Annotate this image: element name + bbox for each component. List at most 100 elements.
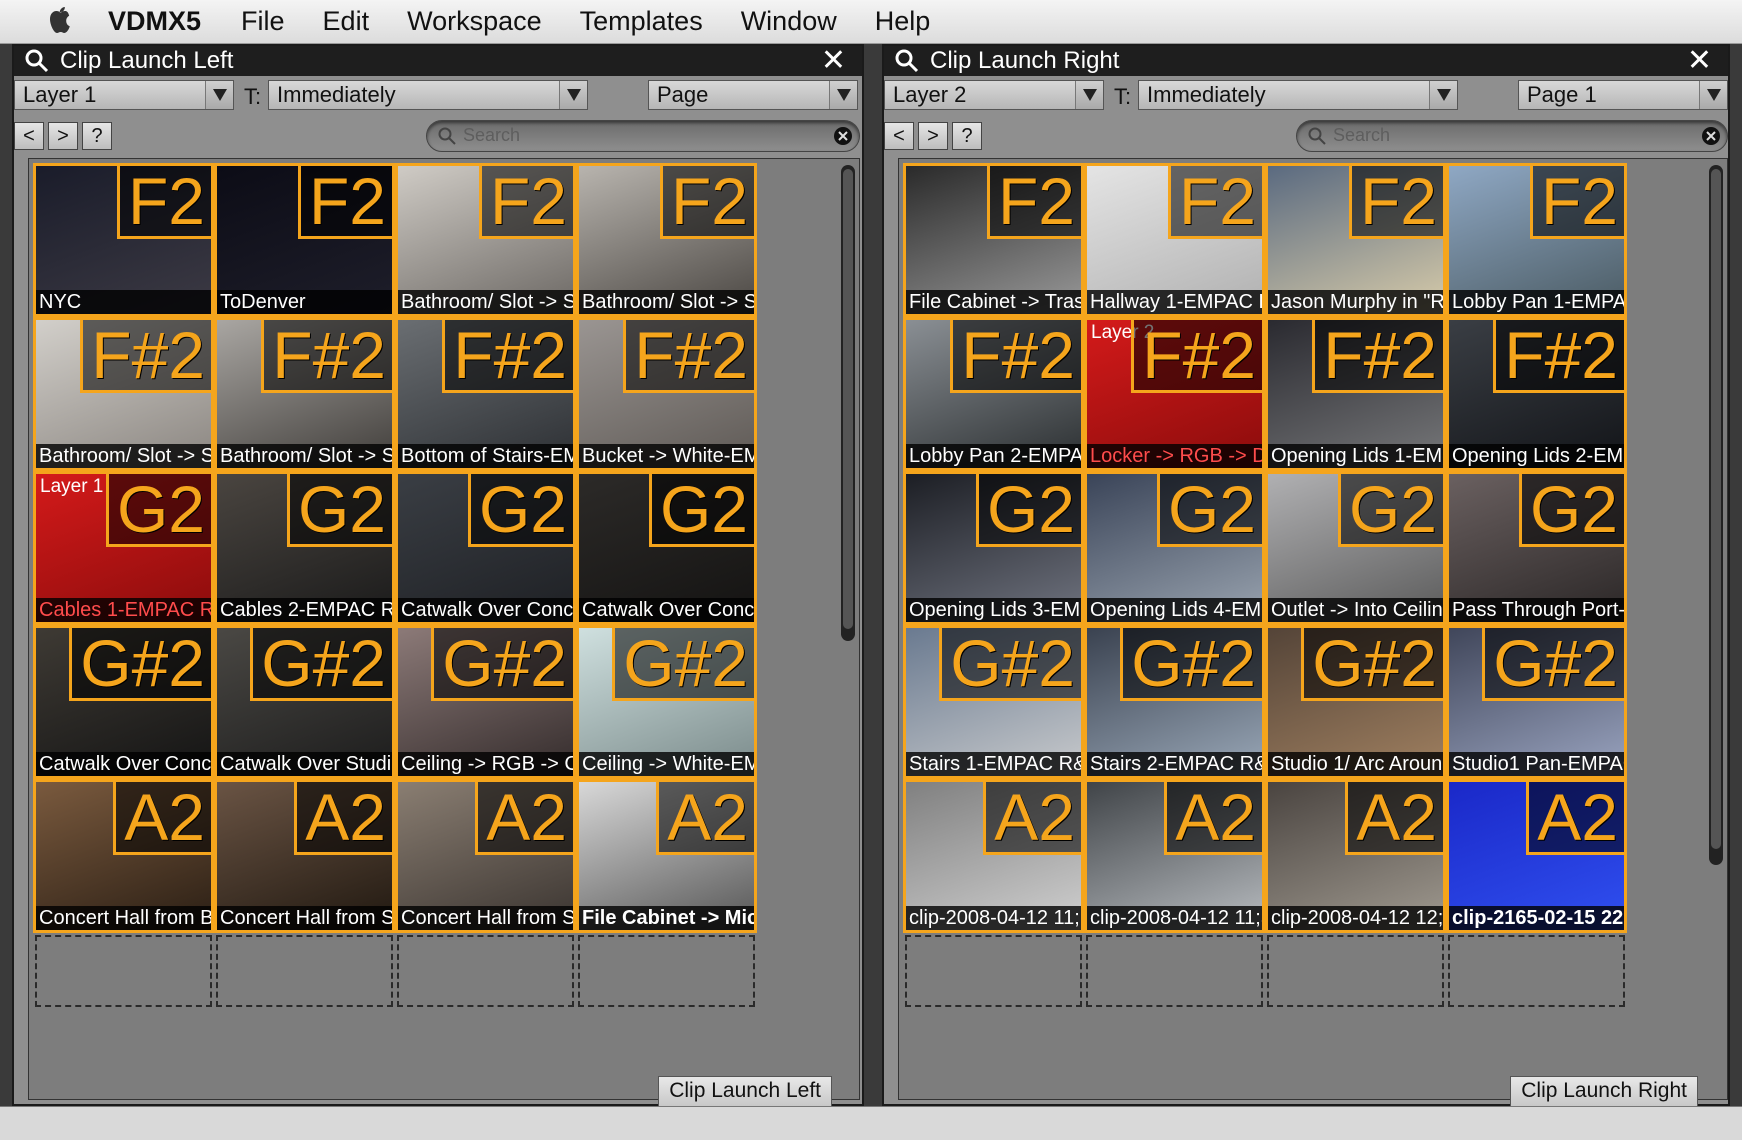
next-page-button[interactable]: > [48,122,78,150]
prev-page-button[interactable]: < [884,122,914,150]
clip-cell[interactable]: G#2 Catwalk Over Studi [214,625,395,779]
close-icon[interactable]: ✕ [821,46,846,76]
clip-cell[interactable]: F2 Lobby Pan 1-EMPAC [1446,163,1627,317]
clip-cell[interactable]: F2 Bathroom/ Slot -> S [395,163,576,317]
chevron-down-icon [1429,81,1457,109]
clip-cell[interactable]: G#2 Ceiling -> RGB -> C [395,625,576,779]
clip-cell[interactable]: F2 ToDenver [214,163,395,317]
tab-clip-launch-right[interactable]: Clip Launch Right [1510,1076,1698,1106]
clip-cell[interactable]: F2 File Cabinet -> Tras [903,163,1084,317]
clip-cell[interactable]: Layer 1 G2 Cables 1-EMPAC R& [33,471,214,625]
clip-cell[interactable]: F#2 Lobby Pan 2-EMPAC [903,317,1084,471]
clip-cell[interactable]: G#2 Catwalk Over Conce [33,625,214,779]
empty-clip-slot[interactable] [397,935,574,1007]
clip-name: Stairs 1-EMPAC R&C [906,752,1081,776]
clip-cell[interactable]: F2 Hallway 1-EMPAC R [1084,163,1265,317]
clip-name: Opening Lids 2-EMP [1449,444,1624,468]
page-dropdown[interactable]: Page [648,80,858,110]
midi-note-badge: F#2 [442,320,573,393]
prev-page-button[interactable]: < [14,122,44,150]
clip-cell[interactable]: F#2 Opening Lids 2-EMP [1446,317,1627,471]
clip-cell[interactable]: F#2 Bathroom/ Slot -> S [214,317,395,471]
clip-cell[interactable]: G2 Pass Through Port-h [1446,471,1627,625]
clip-cell[interactable]: G#2 Stairs 2-EMPAC R&C [1084,625,1265,779]
empty-clip-slot[interactable] [35,935,212,1007]
empty-clip-slot[interactable] [216,935,393,1007]
menu-edit[interactable]: Edit [323,6,370,37]
empty-clip-slot[interactable] [1267,935,1444,1007]
trigger-dropdown[interactable]: Immediately [1138,80,1458,110]
clear-search-icon[interactable] [833,126,853,146]
clip-cell[interactable]: G2 Catwalk Over Conce [395,471,576,625]
clip-cell[interactable]: F#2 Bucket -> White-EM [576,317,757,471]
clip-name: NYC [36,290,211,314]
layer-dropdown[interactable]: Layer 2 [884,80,1104,110]
clip-cell[interactable]: F#2 Bathroom/ Slot -> S [33,317,214,471]
scrollbar-knob[interactable] [1711,169,1721,849]
clip-cell[interactable]: G2 Cables 2-EMPAC R& [214,471,395,625]
clear-search-icon[interactable] [1701,126,1721,146]
clip-cell[interactable]: F2 NYC [33,163,214,317]
menu-app[interactable]: VDMX5 [108,6,201,37]
clip-cell[interactable]: F2 Jason Murphy in "Ro [1265,163,1446,317]
clip-cell[interactable]: G2 Opening Lids 4-EMP [1084,471,1265,625]
empty-clip-slot[interactable] [1448,935,1625,1007]
tab-clip-launch-left[interactable]: Clip Launch Left [658,1076,832,1106]
clip-name: Bathroom/ Slot -> S [398,290,573,314]
clip-cell[interactable]: G#2 Studio 1/ Arc Aroun [1265,625,1446,779]
search-field[interactable]: Search [426,120,860,152]
clip-name: File Cabinet -> Tras [906,290,1081,314]
help-button[interactable]: ? [952,122,982,150]
close-icon[interactable]: ✕ [1687,46,1712,76]
clip-name: Bathroom/ Slot -> S [217,444,392,468]
clip-cell[interactable]: A2 clip-2008-04-12 12;( [1265,779,1446,933]
clip-cell[interactable]: G#2 Stairs 1-EMPAC R&C [903,625,1084,779]
clip-cell[interactable]: A2 Concert Hall from S [214,779,395,933]
search-field[interactable]: Search [1296,120,1728,152]
clip-cell[interactable]: Layer 2 F#2 Locker -> RGB -> D [1084,317,1265,471]
clip-cell[interactable]: F#2 Bottom of Stairs-EM [395,317,576,471]
next-page-button[interactable]: > [918,122,948,150]
clip-name: Opening Lids 3-EMP [906,598,1081,622]
menu-workspace[interactable]: Workspace [407,6,542,37]
apple-icon[interactable] [40,3,78,41]
empty-clip-slot[interactable] [578,935,755,1007]
panel-title-bar[interactable]: Clip Launch Right ✕ [884,46,1728,76]
chevron-down-icon [829,81,857,109]
scrollbar-knob[interactable] [843,169,853,629]
clip-cell[interactable]: G2 Opening Lids 3-EMP [903,471,1084,625]
trigger-dropdown-value: Immediately [277,82,396,107]
menu-file[interactable]: File [241,6,285,37]
clip-cell[interactable]: G2 Catwalk Over Conce [576,471,757,625]
clip-cell[interactable]: F#2 Opening Lids 1-EMP [1265,317,1446,471]
clip-cell[interactable]: A2 clip-2008-04-12 11;5 [1084,779,1265,933]
menu-window[interactable]: Window [741,6,837,37]
clip-cell[interactable]: A2 clip-2165-02-15 22; [1446,779,1627,933]
clip-name: Lobby Pan 1-EMPAC [1449,290,1624,314]
midi-note-badge: G2 [1518,474,1624,547]
scrollbar[interactable] [841,165,855,641]
clip-cell[interactable]: G#2 Ceiling -> White-EM [576,625,757,779]
trigger-dropdown[interactable]: Immediately [268,80,588,110]
clip-cell[interactable]: A2 File Cabinet -> Micr [576,779,757,933]
menu-templates[interactable]: Templates [580,6,703,37]
help-button[interactable]: ? [82,122,112,150]
search-icon [895,49,919,73]
clip-cell[interactable]: G2 Outlet -> Into Ceilin [1265,471,1446,625]
clip-cell[interactable]: A2 clip-2008-04-12 11; [903,779,1084,933]
midi-note-badge: G2 [467,474,573,547]
midi-note-badge: A2 [1526,782,1624,855]
clip-cell[interactable]: G#2 Studio1 Pan-EMPAC [1446,625,1627,779]
clip-cell[interactable]: A2 Concert Hall from B [33,779,214,933]
empty-clip-slot[interactable] [1086,935,1263,1007]
panel-title-bar[interactable]: Clip Launch Left ✕ [14,46,862,76]
menu-help[interactable]: Help [875,6,931,37]
layer-dropdown[interactable]: Layer 1 [14,80,234,110]
clip-cell[interactable]: F2 Bathroom/ Slot -> S [576,163,757,317]
scrollbar[interactable] [1709,165,1723,865]
empty-clip-slot[interactable] [905,935,1082,1007]
clip-name: Opening Lids 4-EMP [1087,598,1262,622]
page-dropdown[interactable]: Page 1 [1518,80,1728,110]
clip-cell[interactable]: A2 Concert Hall from S [395,779,576,933]
midi-note-badge: F#2 [1312,320,1443,393]
